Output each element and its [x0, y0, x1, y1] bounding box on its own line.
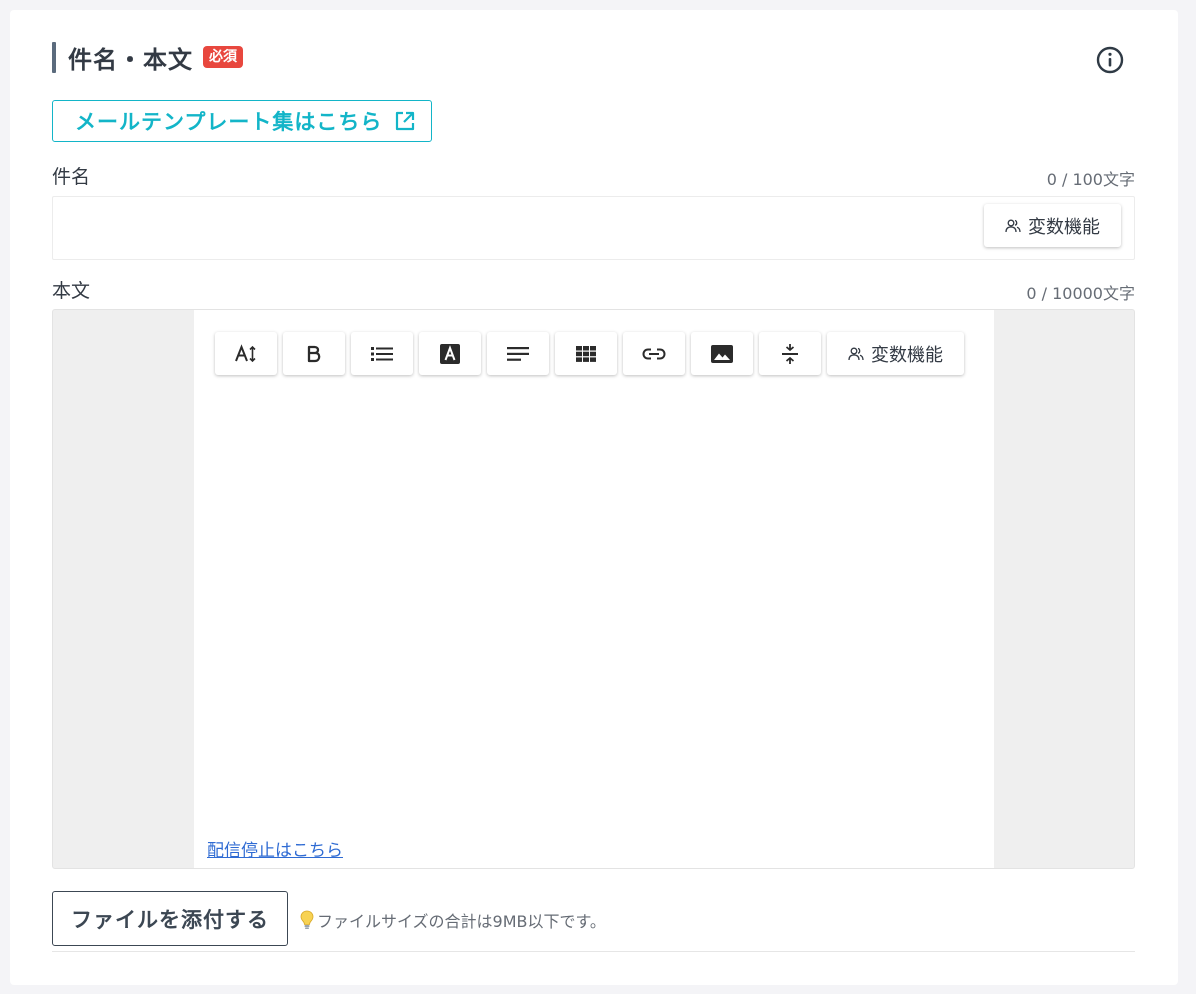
align-icon [507, 346, 529, 361]
mail-template-link-label: メールテンプレート集はこちら [75, 110, 383, 134]
subject-input[interactable]: 変数機能 [52, 196, 1135, 260]
text-color-icon [440, 343, 460, 364]
subject-variable-label: 変数機能 [1028, 216, 1100, 238]
text-color-button[interactable] [419, 332, 481, 375]
body-counter: 0 / 10000文字 [1026, 284, 1135, 303]
link-button[interactable] [623, 332, 685, 375]
subject-label: 件名 [52, 166, 91, 188]
bullet-list-button[interactable] [351, 332, 413, 375]
section-accent-bar [52, 41, 56, 73]
bullet-list-icon [371, 346, 393, 361]
horizontal-rule-button[interactable] [759, 332, 821, 375]
body-label: 本文 [52, 280, 91, 302]
bold-button[interactable] [283, 332, 345, 375]
section-header: 件名・本文 必須 [52, 41, 243, 74]
body-variable-button[interactable]: 変数機能 [827, 332, 964, 375]
body-variable-label: 変数機能 [871, 344, 943, 366]
divider-icon [782, 343, 798, 364]
mail-template-link[interactable]: メールテンプレート集はこちら [52, 100, 432, 142]
image-icon [711, 344, 733, 363]
lightbulb-icon [300, 910, 314, 929]
file-size-hint-text: ファイルサイズの合計は9MB以下です。 [317, 912, 606, 931]
link-icon [642, 348, 666, 359]
users-icon [848, 347, 864, 360]
required-badge: 必須 [203, 46, 243, 68]
table-button[interactable] [555, 332, 617, 375]
users-icon [1005, 219, 1021, 232]
file-size-hint: ファイルサイズの合計は9MB以下です。 [300, 908, 606, 932]
attach-file-button[interactable]: ファイルを添付する [52, 891, 288, 946]
font-size-icon [235, 343, 256, 362]
subject-body-card: 件名・本文 必須 メールテンプレート集はこちら 件名 0 / 100文字 変数機… [10, 10, 1178, 985]
table-icon [576, 345, 596, 362]
subject-counter: 0 / 100文字 [1046, 170, 1135, 189]
subject-variable-button[interactable]: 変数機能 [984, 204, 1121, 247]
align-button[interactable] [487, 332, 549, 375]
body-editor-canvas[interactable]: 変数機能 配信停止はこちら [194, 310, 994, 868]
section-title: 件名・本文 [68, 45, 193, 74]
image-button[interactable] [691, 332, 753, 375]
editor-toolbar: 変数機能 [215, 332, 964, 375]
external-link-icon [396, 111, 415, 131]
bold-icon [307, 345, 321, 362]
section-divider [52, 951, 1135, 952]
info-icon[interactable] [1096, 46, 1124, 74]
unsubscribe-link[interactable]: 配信停止はこちら [207, 836, 343, 861]
font-size-button[interactable] [215, 332, 277, 375]
body-editor: 変数機能 配信停止はこちら [52, 309, 1135, 869]
